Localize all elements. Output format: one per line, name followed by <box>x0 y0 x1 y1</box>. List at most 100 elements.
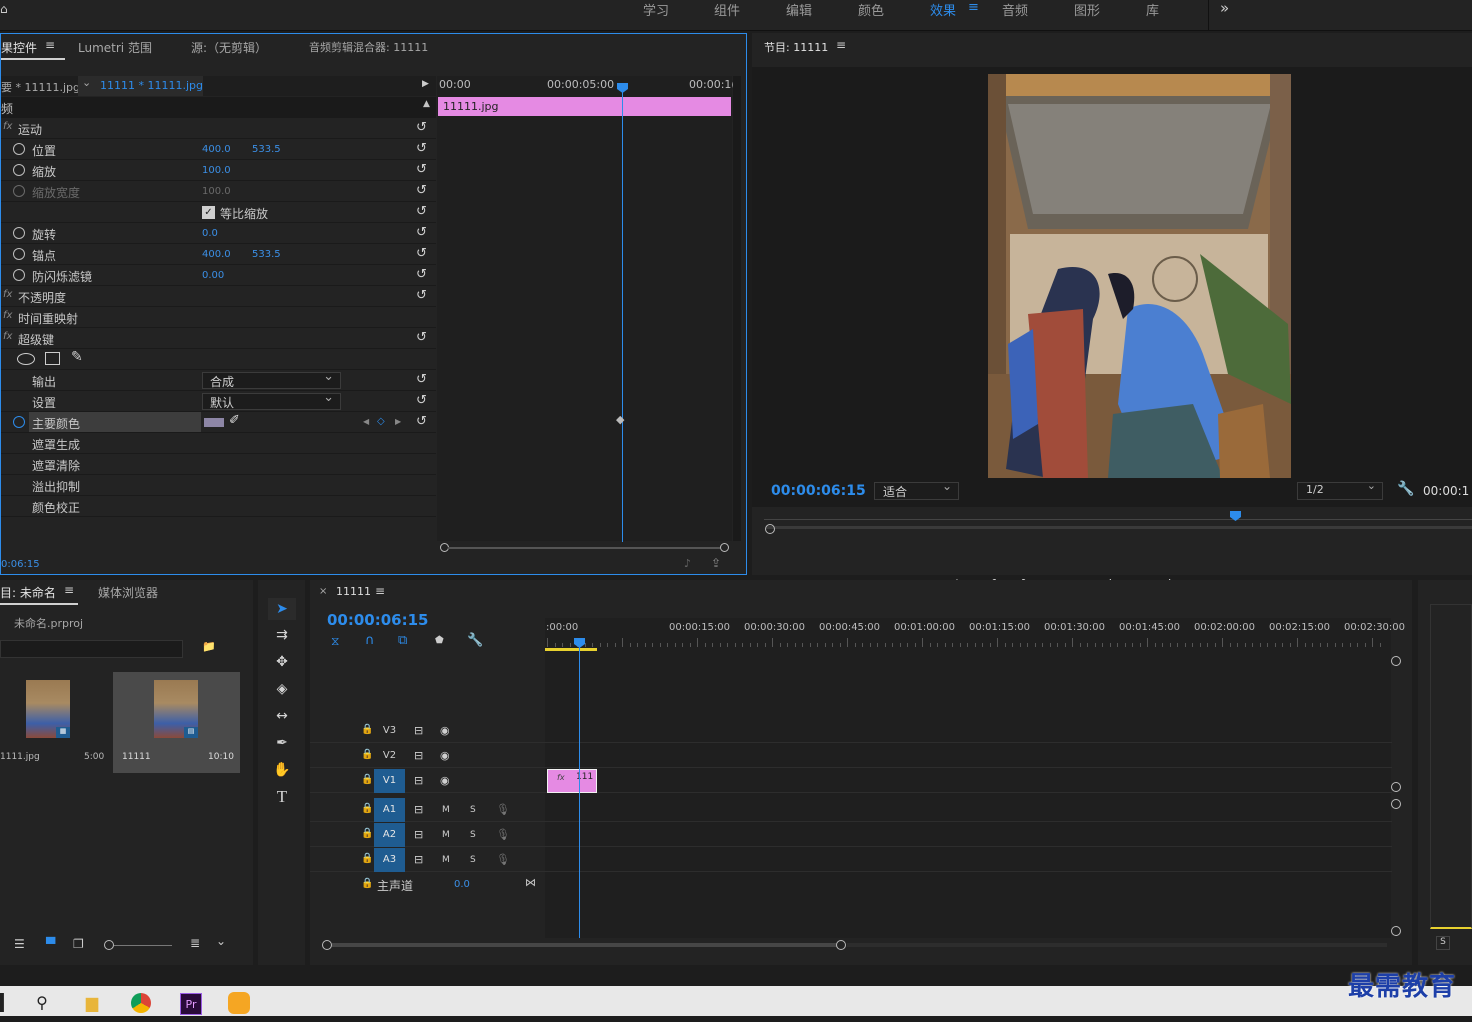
lock-icon[interactable]: 🔒 <box>361 828 373 839</box>
pen-tool[interactable]: ✒ <box>268 732 296 754</box>
timeline-timecode[interactable]: 00:00:06:15 <box>327 611 429 629</box>
slip-tool[interactable]: ↔ <box>268 705 296 727</box>
program-viewport[interactable] <box>752 67 1472 507</box>
program-monitor-title[interactable]: 节目: 11111 <box>764 39 828 55</box>
nest-icon[interactable]: ⧖ <box>331 634 339 649</box>
lock-icon[interactable]: 🔒 <box>361 774 373 785</box>
lock-icon[interactable]: 🔒 <box>361 878 373 889</box>
close-icon[interactable]: × <box>319 586 327 597</box>
track-name[interactable]: A1 <box>374 798 405 822</box>
workspace-menu-icon[interactable]: ≡ <box>968 0 979 15</box>
track-master[interactable]: 🔒 主声道 0.0 ⋈ <box>310 873 1392 897</box>
stopwatch-icon[interactable] <box>13 248 25 260</box>
group-spill-suppression[interactable]: 溢出抑制 <box>1 475 436 496</box>
scale-value[interactable]: 100.0 <box>202 165 231 176</box>
audio-icon[interactable]: ♪ <box>684 557 691 570</box>
tab-media-browser[interactable]: 媒体浏览器 <box>98 584 158 601</box>
anchor-x-value[interactable]: 400.0 <box>202 249 231 260</box>
lock-icon[interactable]: 🔒 <box>361 749 373 760</box>
linked-selection-icon[interactable]: ⧉ <box>398 633 407 648</box>
group-matte-cleanup[interactable]: 遮罩清除 <box>1 454 436 475</box>
effect-timeline-scrollbar[interactable] <box>438 542 730 554</box>
export-frame-icon[interactable]: ⇪ <box>711 556 721 570</box>
master-clip-label[interactable]: 要 * 11111.jpg <box>1 79 80 95</box>
rectangle-mask-icon[interactable] <box>45 352 60 365</box>
track-name[interactable]: V2 <box>374 744 405 768</box>
tab-lumetri-scopes[interactable]: Lumetri 范围 <box>78 39 152 56</box>
project-item-clip[interactable]: ▦ 1111.jpg 5:00 <box>0 672 112 773</box>
sync-lock-icon[interactable]: ⊟ <box>414 774 423 787</box>
property-uniform-scale[interactable]: ✓ 等比缩放 ↺ <box>1 202 436 223</box>
timeline-ruler[interactable]: :00:00 00:00:15:00 00:00:30:00 00:00:45:00 0… <box>545 622 1467 652</box>
group-matte-generation[interactable]: 遮罩生成 <box>1 433 436 454</box>
solo-button[interactable]: S <box>470 805 476 815</box>
effect-time-remap[interactable]: fx 时间重映射 <box>1 307 436 328</box>
program-time-ruler[interactable] <box>764 509 1472 534</box>
workspace-libraries[interactable]: 库 <box>1146 0 1159 19</box>
group-color-correction[interactable]: 颜色校正 <box>1 496 436 517</box>
lock-icon[interactable]: 🔒 <box>361 853 373 864</box>
property-key-color[interactable]: 主要颜色 ✐ ◀ ◇ ▶ ↺ <box>1 412 436 433</box>
eyedropper-icon[interactable]: ✐ <box>229 413 240 428</box>
wrench-icon[interactable]: 🔧 <box>1397 481 1414 497</box>
stopwatch-icon[interactable] <box>13 164 25 176</box>
start-icon[interactable]: ▌ <box>0 990 18 1016</box>
tab-project[interactable]: 目: 未命名 <box>0 584 56 601</box>
workspace-graphics[interactable]: 图形 <box>1074 0 1100 19</box>
ellipse-mask-icon[interactable] <box>17 353 35 365</box>
track-a1[interactable]: 🔒 A1 ⊟ M S 🎙 <box>310 798 1392 822</box>
property-scale[interactable]: 缩放 100.0 ↺ <box>1 160 436 181</box>
reset-icon[interactable]: ↺ <box>416 288 427 303</box>
reset-icon[interactable]: ↺ <box>416 246 427 261</box>
add-marker-icon[interactable]: ⬟ <box>435 635 444 646</box>
prev-keyframe-icon[interactable]: ◀ <box>363 417 369 426</box>
property-output[interactable]: 输出 合成 ↺ <box>1 369 436 391</box>
sync-lock-icon[interactable]: ⊟ <box>414 828 423 841</box>
reset-icon[interactable]: ↺ <box>416 120 427 135</box>
position-y-value[interactable]: 533.5 <box>252 144 281 155</box>
track-name[interactable]: A2 <box>374 823 405 847</box>
mute-button[interactable]: M <box>442 855 450 865</box>
work-area-bar[interactable] <box>545 648 597 651</box>
chevron-down-icon[interactable]: ⌄ <box>216 934 226 948</box>
panel-menu-icon[interactable]: ≡ <box>64 583 74 597</box>
reset-icon[interactable]: ↺ <box>416 141 427 156</box>
rotation-value[interactable]: 0.0 <box>202 228 218 239</box>
stopwatch-active-icon[interactable] <box>13 416 25 428</box>
output-dropdown[interactable]: 合成 <box>202 369 341 389</box>
checkbox-checked-icon[interactable]: ✓ <box>202 206 215 219</box>
workspace-audio[interactable]: 音频 <box>1002 0 1028 19</box>
anchor-y-value[interactable]: 533.5 <box>252 249 281 260</box>
panel-menu-icon[interactable]: ≡ <box>375 584 385 598</box>
track-name[interactable]: V3 <box>374 719 405 743</box>
hand-tool[interactable]: ✋ <box>268 759 296 781</box>
playhead-handle[interactable] <box>617 83 628 93</box>
sync-lock-icon[interactable]: ⊟ <box>414 749 423 762</box>
type-tool[interactable]: T <box>268 786 296 808</box>
solo-button[interactable]: S <box>470 855 476 865</box>
more-workspaces-icon[interactable]: » <box>1220 0 1229 17</box>
stopwatch-icon[interactable] <box>13 143 25 155</box>
clip-bar[interactable]: 11111.jpg <box>438 97 731 116</box>
panel-menu-icon[interactable]: ≡ <box>45 38 55 52</box>
property-rotation[interactable]: 旋转 0.0 ↺ <box>1 223 436 244</box>
file-explorer-icon[interactable]: ▆ <box>78 990 106 1016</box>
eye-icon[interactable]: ◉ <box>440 724 450 737</box>
flicker-value[interactable]: 0.00 <box>202 270 224 281</box>
search-icon[interactable]: ⚲ <box>28 990 56 1016</box>
reset-icon[interactable]: ↺ <box>416 225 427 240</box>
timeline-clip[interactable]: fx 111 <box>547 769 597 793</box>
reset-icon[interactable]: ↺ <box>416 162 427 177</box>
reset-icon[interactable]: ↺ <box>416 183 427 198</box>
reset-icon[interactable]: ↺ <box>416 330 427 345</box>
workspace-assembly[interactable]: 组件 <box>714 0 740 19</box>
snap-icon[interactable]: ∩ <box>365 633 375 648</box>
ripple-edit-tool[interactable]: ✥ <box>268 651 296 673</box>
effect-ultra-key[interactable]: fx 超级键 ↺ <box>1 328 436 349</box>
tab-audio-clip-mixer[interactable]: 音频剪辑混合器: 11111 <box>309 39 428 55</box>
timeline-hscroll[interactable] <box>322 939 1390 951</box>
chrome-icon[interactable] <box>127 990 155 1016</box>
property-setting[interactable]: 设置 默认 ↺ <box>1 390 436 412</box>
track-a3[interactable]: 🔒 A3 ⊟ M S 🎙 <box>310 848 1392 872</box>
reset-icon[interactable]: ↺ <box>416 414 427 429</box>
